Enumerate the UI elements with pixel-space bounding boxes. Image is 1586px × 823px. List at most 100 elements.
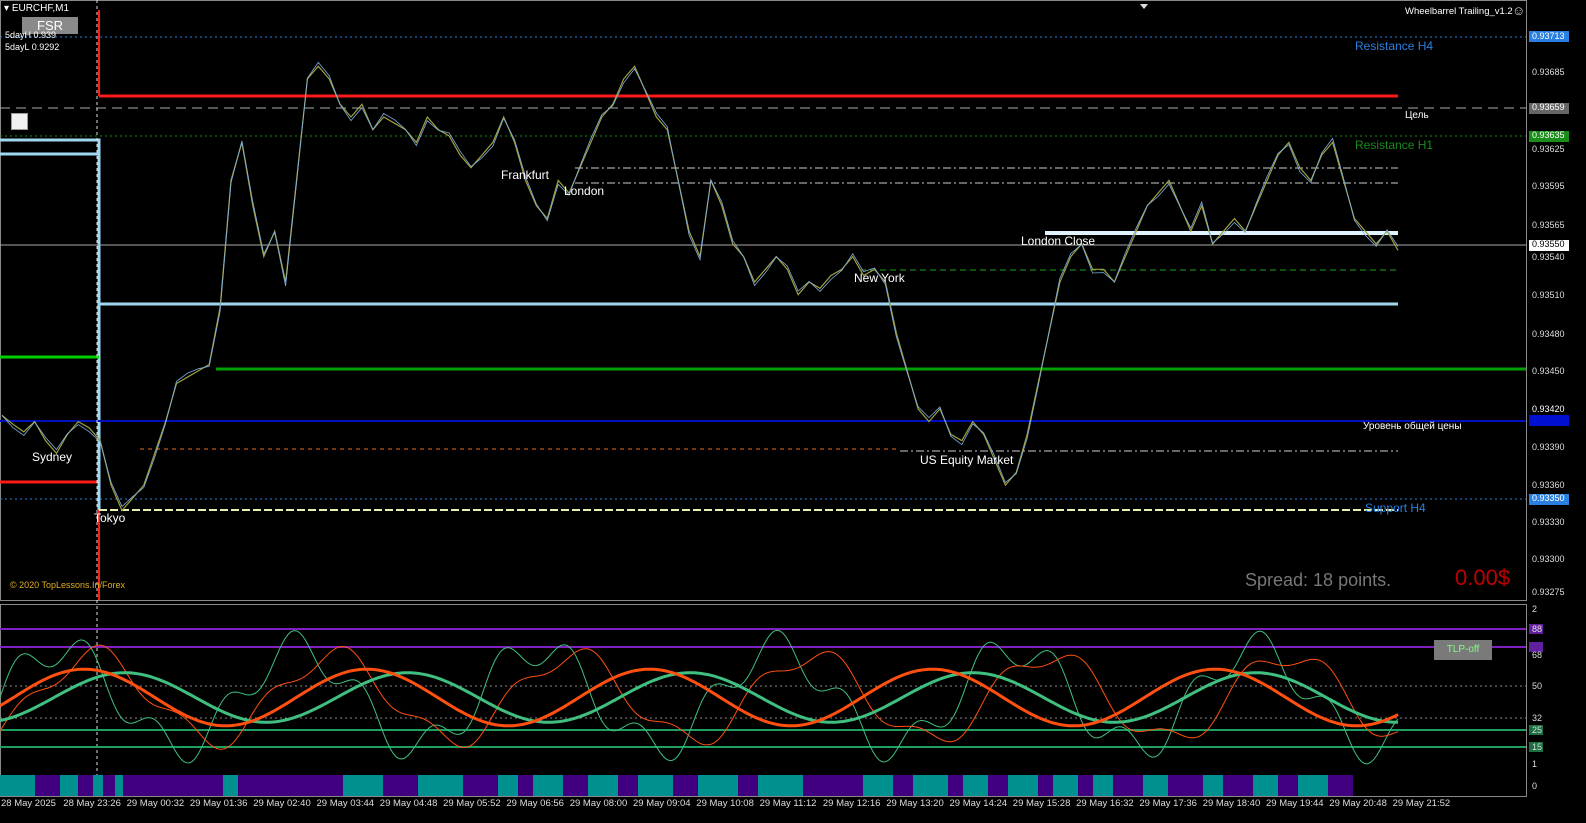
session-frankfurt-label: Frankfurt bbox=[501, 168, 550, 182]
trend-block bbox=[1113, 775, 1143, 796]
smiley-icon[interactable]: ☺ bbox=[1512, 3, 1525, 18]
time-tick: 29 May 05:52 bbox=[443, 798, 501, 809]
trend-block bbox=[498, 775, 518, 796]
price-tick: 0.93713 bbox=[1532, 31, 1565, 41]
time-tick: 29 May 09:04 bbox=[633, 798, 691, 809]
price-tick: 0.93565 bbox=[1532, 220, 1565, 230]
price-tick: 0.93550 bbox=[1532, 239, 1565, 249]
trend-block bbox=[988, 775, 1008, 796]
price-series-overlay bbox=[1, 61, 1399, 508]
trend-block bbox=[618, 775, 638, 796]
trend-block bbox=[1203, 775, 1223, 796]
spread-label: Spread: 18 points. bbox=[1245, 570, 1392, 590]
resistance-h1-label: Resistance H1 bbox=[1355, 138, 1434, 152]
trading-chart[interactable]: ▾ EURCHF,M1 FSR 5dayH 0.939 5dayL 0.9292… bbox=[0, 0, 1586, 823]
price-tick: 0.93450 bbox=[1532, 366, 1565, 376]
session-london-label: London bbox=[564, 184, 605, 198]
price-tick: 0.93540 bbox=[1532, 252, 1565, 262]
trend-block bbox=[418, 775, 463, 796]
price-tick: 0.93275 bbox=[1532, 587, 1565, 597]
dropdown-icon[interactable]: ▾ bbox=[4, 3, 9, 14]
price-tick: 0.93685 bbox=[1532, 67, 1565, 77]
profit-label: 0.00$ bbox=[1455, 565, 1511, 590]
trend-block bbox=[673, 775, 698, 796]
indicator-green-thick bbox=[0, 671, 1398, 724]
trend-block bbox=[35, 775, 60, 796]
trend-block bbox=[463, 775, 498, 796]
tlp-toggle-button[interactable]: TLP-off bbox=[1434, 640, 1492, 660]
trend-block bbox=[1168, 775, 1203, 796]
price-tick: 0.93635 bbox=[1532, 130, 1565, 140]
trend-block bbox=[238, 775, 343, 796]
time-tick: 28 May 23:26 bbox=[63, 798, 121, 809]
price-chart-canvas[interactable] bbox=[0, 0, 1586, 823]
time-tick: 29 May 21:52 bbox=[1392, 798, 1451, 809]
time-tick: 29 May 08:00 bbox=[569, 798, 628, 809]
trend-block bbox=[638, 775, 673, 796]
trend-block bbox=[78, 775, 93, 796]
trend-block bbox=[758, 775, 803, 796]
trend-block bbox=[1078, 775, 1093, 796]
trend-block bbox=[893, 775, 913, 796]
trend-block bbox=[803, 775, 863, 796]
time-tick: 29 May 06:56 bbox=[506, 798, 564, 809]
time-tick: 29 May 14:24 bbox=[949, 798, 1008, 809]
indicator-tick: 2 bbox=[1532, 604, 1538, 614]
session-newyork-label: New York bbox=[854, 271, 905, 285]
trend-block-strip bbox=[0, 775, 1353, 796]
trend-block bbox=[1298, 775, 1328, 796]
indicator-tick: 68 bbox=[1532, 650, 1543, 660]
trend-block bbox=[60, 775, 78, 796]
trend-block bbox=[1008, 775, 1038, 796]
indicator-tick: 0 bbox=[1532, 781, 1538, 791]
trend-block bbox=[863, 775, 893, 796]
time-tick: 29 May 19:44 bbox=[1266, 798, 1324, 809]
time-tick: 29 May 16:32 bbox=[1076, 798, 1134, 809]
price-tick: 0.93659 bbox=[1532, 102, 1565, 112]
trend-block bbox=[963, 775, 988, 796]
target-label: Цель bbox=[1405, 110, 1429, 121]
time-tick: 29 May 18:40 bbox=[1202, 798, 1261, 809]
copyright-label: © 2020 TopLessons.In/Forex bbox=[10, 580, 126, 590]
indicator-orange-thick bbox=[0, 667, 1399, 728]
price-tick: 0.93330 bbox=[1532, 517, 1565, 527]
session-us-equity-label: US Equity Market bbox=[920, 453, 1014, 467]
day-low-label: 5dayL 0.9292 bbox=[5, 42, 60, 52]
trend-block bbox=[103, 775, 115, 796]
trend-block bbox=[563, 775, 588, 796]
trend-block bbox=[1038, 775, 1053, 796]
session-tokyo-label: Tokyo bbox=[94, 511, 126, 525]
time-tick: 29 May 01:36 bbox=[189, 798, 248, 809]
indicator-tick: 1 bbox=[1532, 759, 1538, 769]
toggle-checkbox[interactable] bbox=[11, 113, 28, 130]
symbol-text: EURCHF,M1 bbox=[11, 3, 70, 14]
trend-block bbox=[383, 775, 418, 796]
trend-block bbox=[588, 775, 618, 796]
price-tick: 0.93595 bbox=[1532, 181, 1565, 191]
trend-block bbox=[1143, 775, 1168, 796]
support-h4-label: Support H4 bbox=[1365, 501, 1426, 515]
price-tick: 0.93360 bbox=[1532, 480, 1565, 490]
time-tick: 29 May 00:32 bbox=[126, 798, 185, 809]
session-london-close-label: London Close bbox=[1021, 234, 1096, 248]
trend-block bbox=[123, 775, 223, 796]
price-tick: 0.93390 bbox=[1532, 442, 1565, 452]
time-tick: 29 May 11:12 bbox=[759, 798, 817, 809]
price-tick: 0.93510 bbox=[1532, 290, 1565, 300]
trend-block bbox=[343, 775, 383, 796]
trend-block bbox=[1093, 775, 1113, 796]
trend-block bbox=[1053, 775, 1078, 796]
session-sydney-label: Sydney bbox=[32, 450, 73, 464]
time-tick: 29 May 10:08 bbox=[696, 798, 754, 809]
scroll-marker-icon[interactable] bbox=[1140, 4, 1148, 9]
time-tick: 29 May 17:36 bbox=[1139, 798, 1197, 809]
trend-block bbox=[738, 775, 758, 796]
trend-block bbox=[93, 775, 103, 796]
trend-block bbox=[913, 775, 948, 796]
symbol-label: ▾ EURCHF,M1 bbox=[4, 3, 69, 14]
trend-block bbox=[1253, 775, 1278, 796]
price-tick: 0.93480 bbox=[1532, 329, 1565, 339]
price-tick: 0.93300 bbox=[1532, 554, 1565, 564]
trend-block bbox=[1223, 775, 1253, 796]
time-tick: 29 May 02:40 bbox=[253, 798, 311, 809]
